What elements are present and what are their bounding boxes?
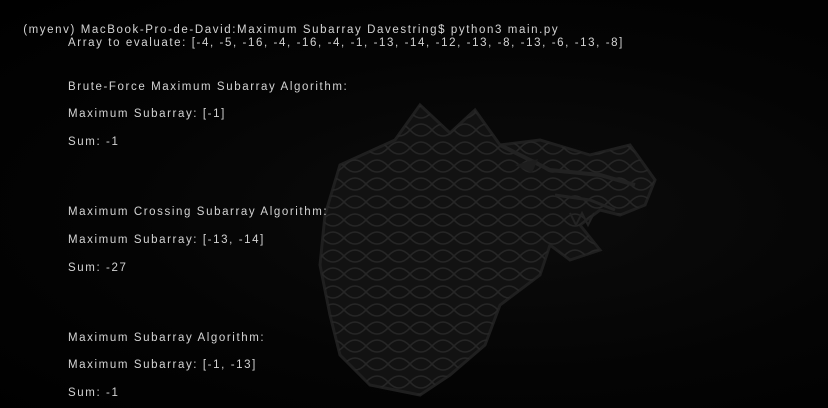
maximum-subarray: Maximum Subarray: [-1, -13] — [68, 359, 257, 371]
env-label: (myenv) — [23, 24, 76, 36]
crossing-title: Maximum Crossing Subarray Algorithm: — [68, 206, 329, 218]
crossing-subarray: Maximum Subarray: [-13, -14] — [68, 234, 265, 246]
crossing-sum: Sum: -27 — [68, 262, 128, 274]
host-path: MacBook-Pro-de-David:Maximum Subarray Da… — [80, 24, 447, 36]
brute-force-subarray: Maximum Subarray: [-1] — [68, 108, 226, 120]
brute-force-title: Brute-Force Maximum Subarray Algorithm: — [68, 81, 349, 93]
direwolf-emblem-icon — [318, 102, 657, 397]
maximum-sum: Sum: -1 — [68, 387, 120, 399]
array-output: Array to evaluate: [-4, -5, -16, -4, -16… — [68, 37, 624, 49]
terminal-window[interactable]: (myenv) MacBook-Pro-de-David:Maximum Sub… — [0, 0, 828, 408]
maximum-title: Maximum Subarray Algorithm: — [68, 332, 266, 344]
command-text: python3 main.py — [450, 24, 560, 36]
brute-force-sum: Sum: -1 — [68, 136, 120, 148]
